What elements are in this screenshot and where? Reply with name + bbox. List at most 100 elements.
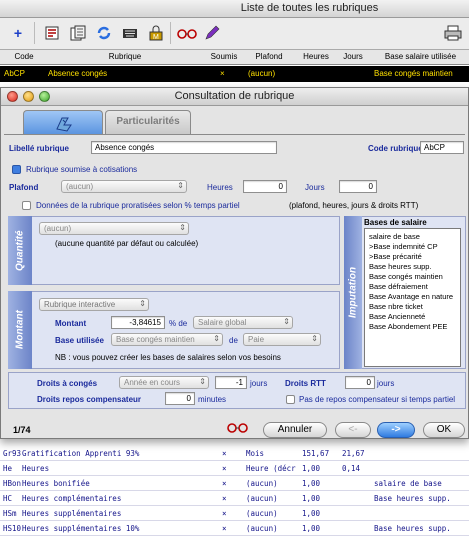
back-window-title: Liste de toutes les rubriques xyxy=(240,2,379,14)
list-item[interactable]: salaire de base xyxy=(369,232,458,242)
cell-base: Base heures supp. xyxy=(374,494,451,503)
glasses-icon[interactable] xyxy=(227,422,249,436)
cell-code: HS10 xyxy=(3,524,22,533)
table-row[interactable]: HS10 Heures supplémentaires 10% × (aucun) 1,… xyxy=(0,521,469,536)
popup-arrows-icon: ⇕ xyxy=(179,223,186,232)
base-utilisee-value: Base congés maintien xyxy=(116,335,195,344)
cell-rubrique: Heures supplémentaires xyxy=(22,509,122,518)
prorata-label: Données de la rubrique proratisées selon… xyxy=(36,201,240,210)
dialog-title: Consultation de rubrique xyxy=(174,90,295,102)
montant-base-popup[interactable]: Salaire global ⇕ xyxy=(193,316,293,329)
droits-rtt-field[interactable]: 0 xyxy=(345,376,375,389)
keyboard-icon[interactable] xyxy=(120,22,140,44)
jours-label: Jours xyxy=(305,183,325,192)
column-header-code[interactable]: Code xyxy=(6,52,42,61)
column-header-soumis[interactable]: Soumis xyxy=(208,52,240,61)
cell-soumis: × xyxy=(222,494,227,503)
droits-conges-popup[interactable]: Année en cours ⇕ xyxy=(119,376,209,389)
column-header-base-salaire[interactable]: Base salaire utilisée xyxy=(372,52,469,61)
cell-plafond: (aucun) xyxy=(246,509,278,518)
droits-conges-field[interactable]: -1 xyxy=(215,376,247,389)
heures-field[interactable]: 0 xyxy=(243,180,287,193)
popup-arrows-icon: ⇕ xyxy=(139,299,146,308)
cell-soumis: × xyxy=(222,524,227,533)
jours-field[interactable]: 0 xyxy=(339,180,377,193)
cell-rubrique: Heures supplémentaires 10% xyxy=(22,524,140,533)
cell-code: He xyxy=(3,464,13,473)
duplicate-icon[interactable] xyxy=(68,22,88,44)
column-header-jours[interactable]: Jours xyxy=(336,52,370,61)
tab-particularites[interactable]: Particularités xyxy=(105,110,191,134)
list-item[interactable]: Base Avantage en nature xyxy=(369,292,458,302)
droits-conges-period: Année en cours xyxy=(124,378,181,387)
table-row[interactable]: He Heures × Heure (décr 1,00 0,14 xyxy=(0,461,469,476)
popup-arrows-icon: ⇕ xyxy=(283,317,290,326)
svg-text:M: M xyxy=(153,34,159,41)
list-item[interactable]: >Base indemnité CP xyxy=(369,242,458,252)
next-button[interactable]: -> xyxy=(377,422,415,438)
list-item[interactable]: Base défraiement xyxy=(369,282,458,292)
list-item[interactable]: Base Ancienneté xyxy=(369,312,458,322)
nb-note: NB : vous pouvez créer les bases de sala… xyxy=(55,353,281,362)
code-field[interactable]: AbCP xyxy=(420,141,464,154)
print-icon[interactable] xyxy=(442,22,464,44)
plafond-value: (aucun) xyxy=(66,182,94,191)
cell-heures: 1,00 xyxy=(302,524,321,533)
repos-field[interactable]: 0 xyxy=(165,392,195,405)
droits-conges-label: Droits à congés xyxy=(37,379,98,388)
cell-heures: 1,00 xyxy=(302,494,321,503)
glasses-icon[interactable] xyxy=(176,22,198,44)
bases-header: Bases de salaire xyxy=(364,218,427,227)
cell-base: Base heures supp. xyxy=(374,524,451,533)
prorata-checkbox[interactable] xyxy=(22,201,31,210)
previous-button[interactable]: <- xyxy=(335,422,371,438)
annuler-button[interactable]: Annuler xyxy=(263,422,327,438)
refresh-icon[interactable] xyxy=(94,22,114,44)
list-item[interactable]: Base nbre ticket xyxy=(369,302,458,312)
table-row[interactable]: Gr93 Gratification Apprenti 93% × Mois 151,6… xyxy=(0,446,469,461)
list-item[interactable]: Base heures supp. xyxy=(369,262,458,272)
row-soumis: × xyxy=(220,69,225,78)
column-header-rubrique[interactable]: Rubrique xyxy=(46,52,204,61)
list-item[interactable]: Base congés maintien xyxy=(369,272,458,282)
cell-jours: 21,67 xyxy=(342,449,365,458)
column-header-heures[interactable]: Heures xyxy=(298,52,334,61)
soumise-checkbox[interactable] xyxy=(12,165,21,174)
libelle-field[interactable]: Absence congés xyxy=(91,141,277,154)
montant-type-popup[interactable]: Rubrique interactive ⇕ xyxy=(39,298,149,311)
prorata-note: (plafond, heures, jours & droits RTT) xyxy=(289,201,419,210)
list-item[interactable]: Base Abondement PEE xyxy=(369,322,458,332)
quantite-value: (aucun) xyxy=(44,224,72,233)
cell-heures: 1,00 xyxy=(302,509,321,518)
paie-popup[interactable]: Paie ⇕ xyxy=(243,333,321,346)
toolbar-separator xyxy=(170,22,171,44)
add-icon[interactable]: + xyxy=(8,22,28,44)
cell-code: HC xyxy=(3,494,13,503)
tab-general[interactable] xyxy=(23,110,103,134)
table-row-selected[interactable]: AbCP Absence congés × (aucun) Base congé… xyxy=(0,66,469,82)
table-row[interactable]: HBon Heures bonifiée × (aucun) 1,00 salaire d… xyxy=(0,476,469,491)
bases-list[interactable]: salaire de base >Base indemnité CP >Base… xyxy=(364,228,461,367)
montant-side-label: Montant xyxy=(8,291,32,369)
montant-label: Montant xyxy=(55,319,87,328)
cell-rubrique: Gratification Apprenti 93% xyxy=(22,449,140,458)
base-utilisee-label: Base utilisée xyxy=(55,336,104,345)
pen-icon[interactable] xyxy=(202,22,222,44)
cell-plafond: (aucun) xyxy=(246,494,278,503)
montant-field[interactable]: -3,84615 xyxy=(111,316,165,329)
column-header-plafond[interactable]: Plafond xyxy=(242,52,296,61)
lock-icon[interactable]: M xyxy=(146,22,166,44)
plafond-popup[interactable]: (aucun) ⇕ xyxy=(61,180,187,193)
repos-label: Droits repos compensateur xyxy=(37,395,142,404)
pas-repos-checkbox[interactable] xyxy=(286,395,295,404)
edit-record-icon[interactable] xyxy=(42,22,62,44)
table-row[interactable]: HC Heures complémentaires × (aucun) 1,00 Base… xyxy=(0,491,469,506)
base-utilisee-popup[interactable]: Base congés maintien ⇕ xyxy=(111,333,223,346)
quantite-popup[interactable]: (aucun) ⇕ xyxy=(39,222,189,235)
list-item[interactable]: >Base précarité xyxy=(369,252,458,262)
row-base: Base congés maintien xyxy=(374,69,453,78)
table-row[interactable]: HSm Heures supplémentaires × (aucun) 1,00 xyxy=(0,506,469,521)
de-label: de xyxy=(229,336,238,345)
toolbar-separator xyxy=(34,22,35,44)
ok-button[interactable]: OK xyxy=(423,422,465,438)
